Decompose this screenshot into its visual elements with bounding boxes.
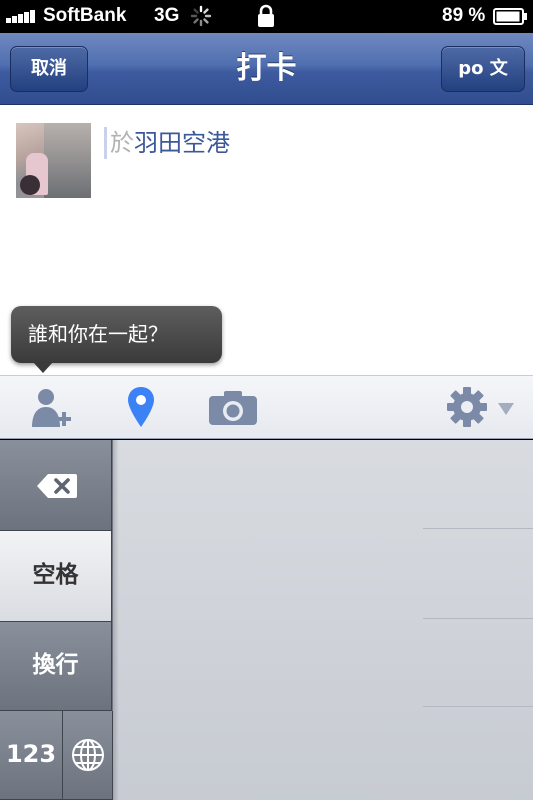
carrier-name: SoftBank (43, 5, 127, 26)
compose-toolbar (0, 375, 533, 439)
numbers-key[interactable]: 123 (0, 711, 63, 800)
network-type: 3G (154, 5, 180, 26)
enter-key[interactable]: 換行 (0, 622, 112, 711)
navigation-bar: 打卡 取消 po 文 (0, 33, 533, 105)
add-friend-icon[interactable] (30, 387, 74, 429)
space-key[interactable]: 空格 (0, 531, 112, 622)
tag-friends-tooltip: 誰和你在一起？ (11, 306, 222, 363)
activity-spinner-icon (190, 5, 212, 27)
candidate-divider (423, 706, 533, 707)
keyboard: 空格 換行 123 (0, 440, 533, 800)
candidate-divider (423, 618, 533, 619)
location-line: 於羽田空港 (110, 125, 230, 161)
status-bar: SoftBank 3G 89 % (0, 0, 533, 33)
candidate-divider (423, 528, 533, 529)
post-button[interactable]: po 文 (441, 46, 525, 92)
battery-icon (493, 8, 527, 25)
avatar (16, 123, 91, 198)
delete-icon (37, 474, 77, 498)
gear-icon[interactable] (446, 386, 488, 428)
signal-icon (6, 9, 38, 23)
battery-percent: 89 % (442, 5, 486, 26)
delete-key[interactable] (0, 440, 112, 531)
globe-icon (72, 739, 104, 771)
keyboard-panel-shadow (113, 440, 119, 800)
tooltip-arrow (33, 362, 53, 373)
location-pin-icon[interactable] (126, 385, 156, 429)
location-name[interactable]: 羽田空港 (134, 129, 230, 157)
cancel-button[interactable]: 取消 (10, 46, 88, 92)
lock-icon (258, 4, 274, 27)
text-cursor (104, 127, 107, 159)
location-prefix: 於 (110, 129, 134, 157)
keyboard-function-column: 空格 換行 123 (0, 440, 113, 800)
globe-key[interactable] (63, 711, 113, 800)
camera-icon[interactable] (208, 390, 258, 426)
dropdown-arrow-icon[interactable] (498, 403, 514, 415)
